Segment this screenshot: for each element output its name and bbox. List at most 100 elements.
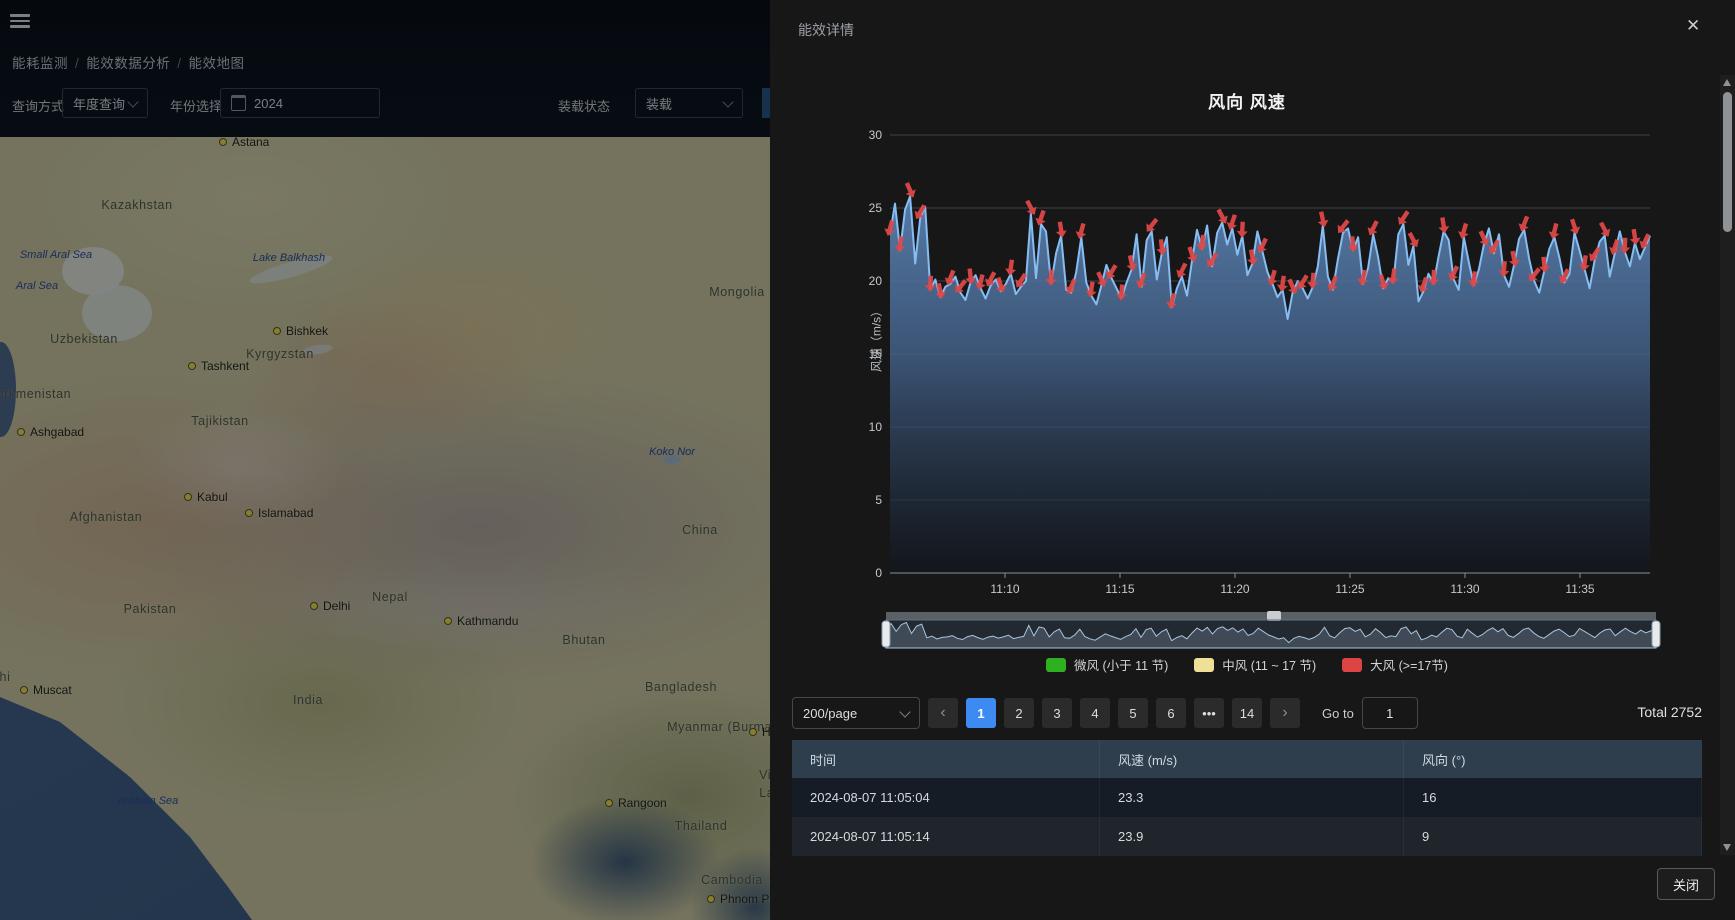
city-dot [188, 362, 196, 370]
country-label: China [682, 523, 718, 537]
country-label: Bhutan [562, 633, 605, 647]
table-row[interactable]: 2024-08-07 11:05:1423.99 [792, 817, 1702, 856]
page-button-2[interactable]: 2 [1004, 698, 1034, 728]
svg-text:11:35: 11:35 [1565, 582, 1594, 596]
legend-item[interactable]: 中风 (11 ~ 17 节) [1194, 655, 1316, 674]
city-label: Phnom Penh [707, 892, 770, 906]
scrollbar-thumb[interactable] [1723, 92, 1732, 232]
country-label: India [293, 693, 323, 707]
page-button-4[interactable]: 4 [1080, 698, 1110, 728]
svg-text:11:15: 11:15 [1105, 582, 1134, 596]
country-label: Turkmenistan [0, 387, 71, 401]
country-label: hi [0, 670, 10, 684]
table-cell: 9 [1404, 817, 1702, 856]
table-row[interactable]: 2024-08-07 11:05:0423.316 [792, 778, 1702, 817]
page-ellipsis[interactable]: ••• [1194, 698, 1224, 728]
svg-text:11:30: 11:30 [1450, 582, 1479, 596]
svg-text:5: 5 [875, 493, 882, 507]
page-button-3[interactable]: 3 [1042, 698, 1072, 728]
table-header-row: 时间风速 (m/s)风向 (°) [792, 740, 1702, 778]
city-label: Hanoi [749, 725, 770, 739]
city-dot [444, 617, 452, 625]
svg-text:30: 30 [869, 128, 883, 142]
wind-data-table: 时间风速 (m/s)风向 (°)2024-08-07 11:05:0423.31… [792, 740, 1702, 856]
pagination: 200/page ‹ 123456 ••• 14 › Go to [792, 697, 1418, 729]
close-button[interactable]: 关闭 [1657, 868, 1715, 900]
city-label: Islamabad [245, 506, 313, 520]
country-label: Mongolia [709, 285, 765, 299]
total-count: Total 2752 [1637, 704, 1702, 720]
panel-scrollbar[interactable] [1720, 75, 1735, 855]
water-label: Koko Nor [649, 446, 695, 458]
city-dot [605, 799, 613, 807]
svg-text:0: 0 [875, 566, 882, 580]
column-header: 风速 (m/s) [1100, 740, 1404, 778]
country-label: Kyrgyzstan [246, 347, 314, 361]
legend-swatch [1046, 658, 1066, 672]
legend-item[interactable]: 微风 (小于 11 节) [1046, 655, 1168, 674]
city-dot [245, 509, 253, 517]
column-header: 风向 (°) [1404, 740, 1702, 778]
page-button-14[interactable]: 14 [1232, 698, 1262, 728]
svg-text:11:25: 11:25 [1335, 582, 1364, 596]
city-label: Bishkek [273, 324, 328, 338]
page-button-1[interactable]: 1 [966, 698, 996, 728]
goto-label: Go to [1322, 706, 1354, 721]
city-dot [310, 602, 318, 610]
city-dot [273, 327, 281, 335]
country-label: Nepal [372, 590, 408, 604]
country-label: Kazakhstan [101, 198, 172, 212]
page-button-5[interactable]: 5 [1118, 698, 1148, 728]
y-axis-name: 风速（m/s） [868, 289, 885, 389]
chart-legend: 微风 (小于 11 节) 中风 (11 ~ 17 节) 大风 (>=17节) [890, 655, 1604, 674]
map-labels-layer: Kazakhstan Uzbekistan Kyrgyzstan Turkmenist… [0, 0, 770, 920]
city-label: Rangoon [605, 796, 667, 810]
table-cell: 2024-08-07 11:05:04 [792, 778, 1100, 817]
country-label: Cambodia [701, 873, 763, 887]
city-label: Muscat [20, 683, 72, 697]
country-label: Pakistan [124, 602, 177, 616]
country-label: Tajikistan [191, 414, 248, 428]
app-root: 能耗监测/能效数据分析/能效地图 查询方式 年度查询 年份选择 2024 装载状… [0, 0, 1735, 920]
svg-text:10: 10 [869, 420, 883, 434]
svg-text:11:10: 11:10 [990, 582, 1019, 596]
country-label: Vietnam [759, 768, 770, 782]
water-label: Arabian Sea [118, 795, 179, 807]
page-size-select[interactable]: 200/page [792, 697, 920, 729]
detail-panel: 能效详情 ✕ 风向 风速 05101520253011:1011:1511:20… [770, 0, 1735, 920]
table-cell: 23.3 [1100, 778, 1404, 817]
city-label: Kabul [184, 490, 228, 504]
country-label: Uzbekistan [50, 332, 118, 346]
city-dot [707, 895, 715, 903]
scrollbar-up-icon[interactable] [1723, 79, 1731, 86]
goto-page-input[interactable] [1362, 697, 1418, 729]
city-dot [184, 493, 192, 501]
water-label: Lake Balkhash [253, 252, 325, 264]
city-label: Delhi [310, 599, 350, 613]
table-cell: 16 [1404, 778, 1702, 817]
country-label: Bangladesh [645, 680, 717, 694]
city-dot [749, 728, 757, 736]
water-label: Small Aral Sea [20, 249, 92, 261]
city-label: Ashgabad [17, 425, 84, 439]
city-dot [17, 428, 25, 436]
prev-page-button[interactable]: ‹ [928, 698, 958, 728]
legend-swatch [1342, 658, 1362, 672]
table-cell: 23.9 [1100, 817, 1404, 856]
city-label: Kathmandu [444, 614, 518, 628]
country-label: Thailand [675, 819, 728, 833]
column-header: 时间 [792, 740, 1100, 778]
legend-swatch [1194, 658, 1214, 672]
legend-item[interactable]: 大风 (>=17节) [1342, 655, 1448, 674]
country-label: Afghanistan [70, 510, 143, 524]
water-label: Aral Sea [16, 280, 58, 292]
svg-text:20: 20 [869, 274, 883, 288]
next-page-button[interactable]: › [1270, 698, 1300, 728]
country-label: Laos [759, 786, 770, 800]
svg-text:25: 25 [869, 201, 883, 215]
chevron-down-icon [899, 706, 910, 717]
scrollbar-down-icon[interactable] [1723, 844, 1731, 851]
map-region: 能耗监测/能效数据分析/能效地图 查询方式 年度查询 年份选择 2024 装载状… [0, 0, 770, 920]
table-cell: 2024-08-07 11:05:14 [792, 817, 1100, 856]
page-button-6[interactable]: 6 [1156, 698, 1186, 728]
